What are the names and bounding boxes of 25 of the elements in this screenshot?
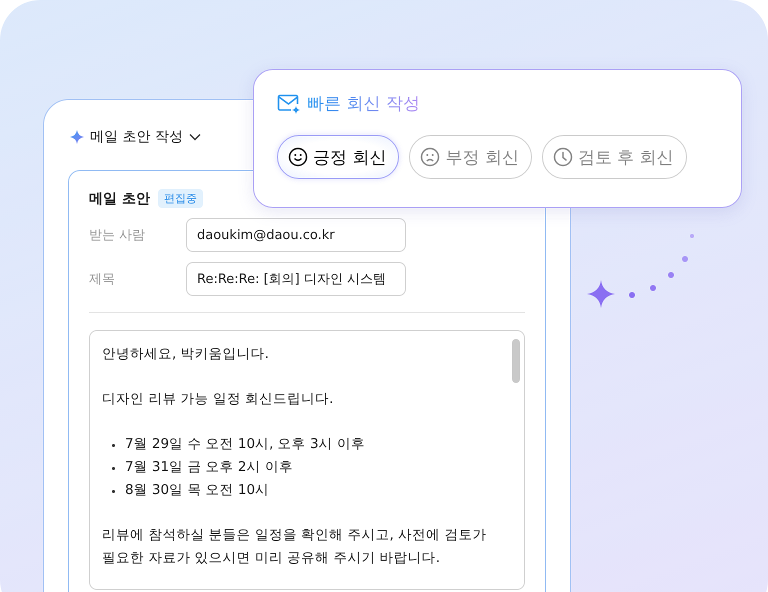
smiley-icon <box>288 147 308 167</box>
reply-option-chip[interactable]: 긍정 회신 <box>277 135 400 179</box>
bullet-icon <box>112 490 115 493</box>
mail-sparkle-icon <box>277 92 301 114</box>
draft-title: 메일 초안 <box>89 190 150 208</box>
status-badge: 편집중 <box>158 189 203 208</box>
sparkle-icon <box>70 130 84 144</box>
list-item: 7월 29일 수 오전 10시, 오후 3시 이후 <box>125 435 365 454</box>
list-item: 8월 30일 목 오전 10시 <box>125 481 270 500</box>
bullet-icon <box>112 444 115 447</box>
body-paragraph: 디자인 리뷰 가능 일정 회신드립니다. <box>102 390 334 409</box>
chevron-down-icon[interactable] <box>188 133 201 141</box>
list-item: 7월 31일 금 오후 2시 이후 <box>125 458 293 477</box>
field-label: 받는 사람 <box>89 227 146 244</box>
bullet-icon <box>112 467 115 470</box>
body-paragraph: 안녕하세요, 박키움입니다. <box>102 345 270 364</box>
body-paragraph: 리뷰에 참석하실 분들은 일정을 확인해 주시고, 사전에 검토가 필요한 자료가 있으시면 미리 공유해 주시기 바랍니다. <box>102 526 488 568</box>
input-field[interactable]: daoukim@daou.co.kr <box>186 218 406 252</box>
clock-icon <box>552 147 573 167</box>
body-text-area[interactable]: 안녕하세요, 박키움입니다. 디자인 리뷰 가능 일정 회신드립니다. 7월 29일 수 오전 10시, 오후 3시 이후 7월 31일 금 오후 2시 이후 8월 30일 목 오전 10시 리뷰에 참석하실 분들은 일정을 확인해 주시고, 사전에 검토가 필요한 자료가 있으시면 미리 공유해 주시기 바랍니다. <box>89 330 525 590</box>
panel-title: 메일 초안 작성 <box>90 128 183 146</box>
input-field[interactable]: Re:Re:Re: [회의] 디자인 시스템 <box>186 262 406 296</box>
sad-face-icon <box>420 147 440 167</box>
field-label: 제목 <box>89 271 116 288</box>
scrollbar-thumb[interactable] <box>512 339 520 383</box>
